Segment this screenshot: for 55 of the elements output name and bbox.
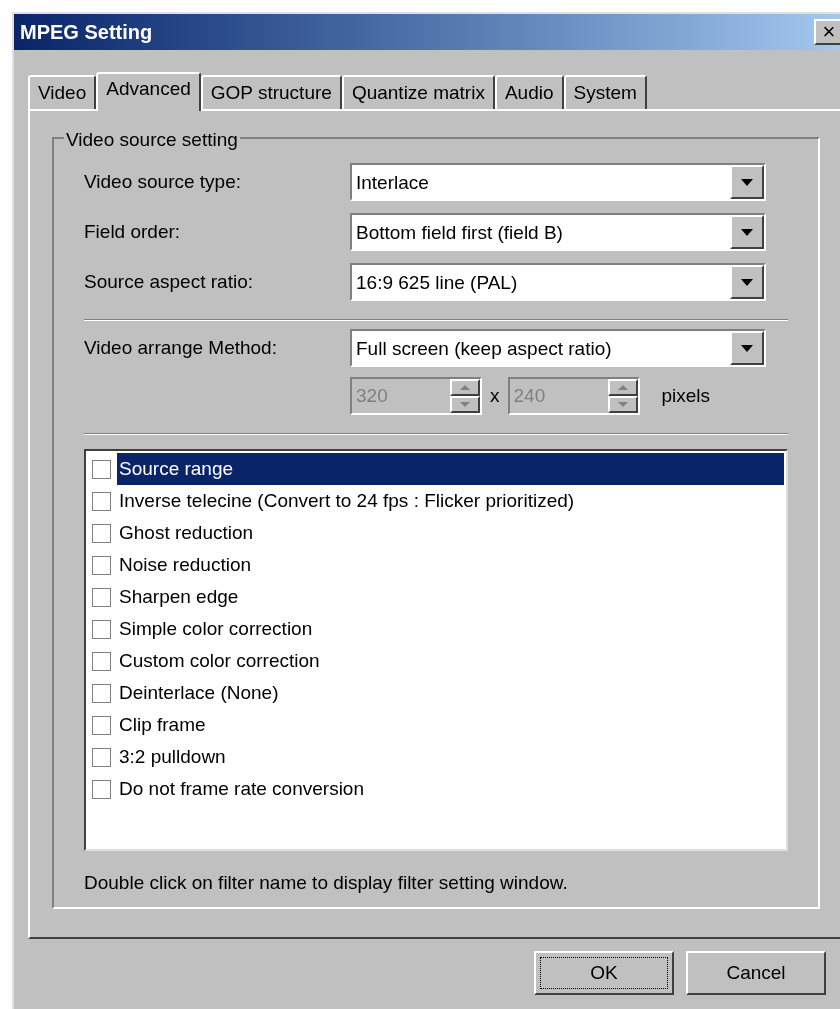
filter-item[interactable]: Clip frame [117, 709, 784, 741]
dropdown-field[interactable]: Interlace [350, 163, 766, 201]
checkbox[interactable] [92, 715, 111, 735]
caret-down-icon [741, 344, 753, 352]
down-arrow-icon [617, 402, 628, 407]
filter-item[interactable]: Noise reduction [117, 549, 784, 581]
dialog-button[interactable]: OK [534, 951, 674, 995]
tab[interactable]: Advanced [96, 72, 201, 111]
filter-item[interactable]: Deinterlace (None) [117, 677, 784, 709]
filter-item[interactable]: Inverse telecine (Convert to 24 fps : Flicker prioritized) [117, 485, 784, 517]
filter-item[interactable]: Do not frame rate conversion [117, 773, 784, 805]
tab[interactable]: Quantize matrix [341, 75, 495, 109]
field-label: Field order: [84, 219, 182, 244]
field-label: Video source type: [84, 169, 243, 194]
dropdown-field[interactable]: 16:9 625 line (PAL) [350, 263, 766, 301]
field-label: Source aspect ratio: [84, 269, 254, 294]
caret-down-icon [741, 228, 753, 236]
down-arrow-icon [460, 402, 470, 407]
tab[interactable]: Video [28, 75, 97, 109]
checkbox[interactable] [92, 619, 111, 639]
checkbox[interactable] [92, 459, 111, 479]
checkbox[interactable] [92, 747, 111, 767]
checkbox[interactable] [92, 651, 111, 671]
filter-item[interactable]: Simple color correction [117, 613, 784, 645]
dropdown-button[interactable] [730, 265, 764, 299]
checkbox[interactable] [92, 523, 111, 543]
close-button[interactable]: × [814, 19, 840, 45]
up-arrow-icon [460, 385, 470, 390]
dialog-button[interactable]: Cancel [686, 951, 826, 995]
checkbox[interactable] [92, 491, 111, 511]
dropdown-button[interactable] [730, 331, 764, 365]
dropdown-button[interactable] [730, 215, 764, 249]
filter-item[interactable]: 3:2 pulldown [117, 741, 784, 773]
dropdown-button[interactable] [730, 165, 764, 199]
tab[interactable]: Audio [494, 75, 564, 109]
up-arrow-icon [617, 385, 628, 390]
filter-item[interactable]: Custom color correction [117, 645, 784, 677]
window-title: MPEG Setting [20, 20, 153, 45]
caret-down-icon [741, 178, 753, 186]
filter-item[interactable]: Sharpen edge [117, 581, 784, 613]
checkbox[interactable] [92, 587, 111, 607]
checkbox[interactable] [92, 683, 111, 703]
checkbox[interactable] [92, 779, 111, 799]
dropdown-field[interactable]: Full screen (keep aspect ratio) [350, 329, 766, 367]
tab[interactable]: GOP structure [200, 75, 342, 109]
dropdown-field[interactable]: Bottom field first (field B) [350, 213, 766, 251]
times-label: x [490, 383, 500, 408]
filter-item[interactable]: Ghost reduction [117, 517, 784, 549]
filter-item[interactable]: Source range [117, 453, 784, 485]
unit-label: pixels [661, 383, 711, 408]
checkbox[interactable] [92, 555, 111, 575]
hint-text: Double click on filter name to display filter setting window. [84, 871, 569, 895]
field-label: Video arrange Method: [84, 335, 278, 360]
caret-down-icon [741, 278, 753, 286]
tab[interactable]: System [563, 75, 647, 109]
